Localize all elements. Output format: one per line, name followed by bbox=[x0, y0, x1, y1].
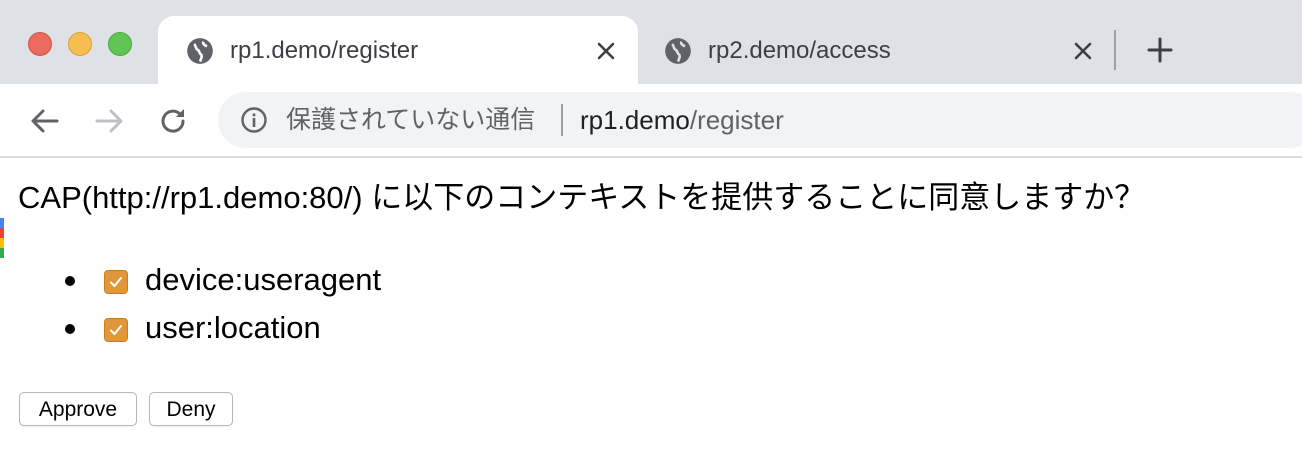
globe-icon bbox=[665, 38, 691, 64]
window-close-button[interactable] bbox=[28, 32, 52, 56]
browser-toolbar: 保護されていない通信 rp1.demo/register bbox=[0, 84, 1302, 156]
bullet bbox=[65, 324, 75, 334]
consent-question: CAP(http://rp1.demo:80/) に以下のコンテキストを提供する… bbox=[18, 180, 1146, 215]
close-icon[interactable] bbox=[1071, 39, 1095, 63]
approve-button[interactable]: Approve bbox=[19, 392, 137, 426]
tab-strip: rp1.demo/register rp2.demo/access bbox=[0, 0, 1302, 84]
deny-button[interactable]: Deny bbox=[149, 392, 233, 426]
forward-arrow-icon[interactable] bbox=[94, 106, 124, 136]
info-icon[interactable] bbox=[240, 106, 268, 134]
list-item: user:location bbox=[0, 306, 600, 354]
url-path: /register bbox=[689, 105, 784, 135]
new-tab-plus-icon[interactable] bbox=[1146, 36, 1174, 64]
window-zoom-button[interactable] bbox=[108, 32, 132, 56]
globe-icon bbox=[187, 38, 213, 64]
tab-separator bbox=[1114, 30, 1116, 70]
context-list: device:useragent user:location bbox=[0, 258, 600, 354]
address-bar[interactable]: 保護されていない通信 rp1.demo/register bbox=[218, 92, 1302, 148]
url-host: rp1.demo bbox=[580, 105, 690, 135]
context-checkbox[interactable] bbox=[104, 270, 128, 294]
checkmark-icon bbox=[110, 325, 122, 335]
address-separator bbox=[561, 104, 563, 136]
bullet bbox=[65, 276, 75, 286]
tab-rp1-register[interactable]: rp1.demo/register bbox=[158, 16, 638, 84]
context-label: user:location bbox=[145, 310, 321, 345]
left-edge-strip bbox=[0, 218, 4, 258]
context-checkbox[interactable] bbox=[104, 318, 128, 342]
tab-title: rp1.demo/register bbox=[230, 37, 419, 64]
back-arrow-icon[interactable] bbox=[30, 106, 60, 136]
security-status-label[interactable]: 保護されていない通信 bbox=[286, 105, 535, 135]
tab-rp2-access[interactable]: rp2.demo/access bbox=[640, 16, 1116, 84]
url-text[interactable]: rp1.demo/register bbox=[580, 105, 784, 135]
tab-title: rp2.demo/access bbox=[708, 37, 891, 64]
reload-icon[interactable] bbox=[158, 106, 188, 136]
checkmark-icon bbox=[110, 277, 122, 287]
list-item: device:useragent bbox=[0, 258, 600, 306]
window-minimize-button[interactable] bbox=[68, 32, 92, 56]
page-content: CAP(http://rp1.demo:80/) に以下のコンテキストを提供する… bbox=[0, 158, 1302, 464]
close-icon[interactable] bbox=[594, 39, 618, 63]
context-label: device:useragent bbox=[145, 262, 382, 297]
